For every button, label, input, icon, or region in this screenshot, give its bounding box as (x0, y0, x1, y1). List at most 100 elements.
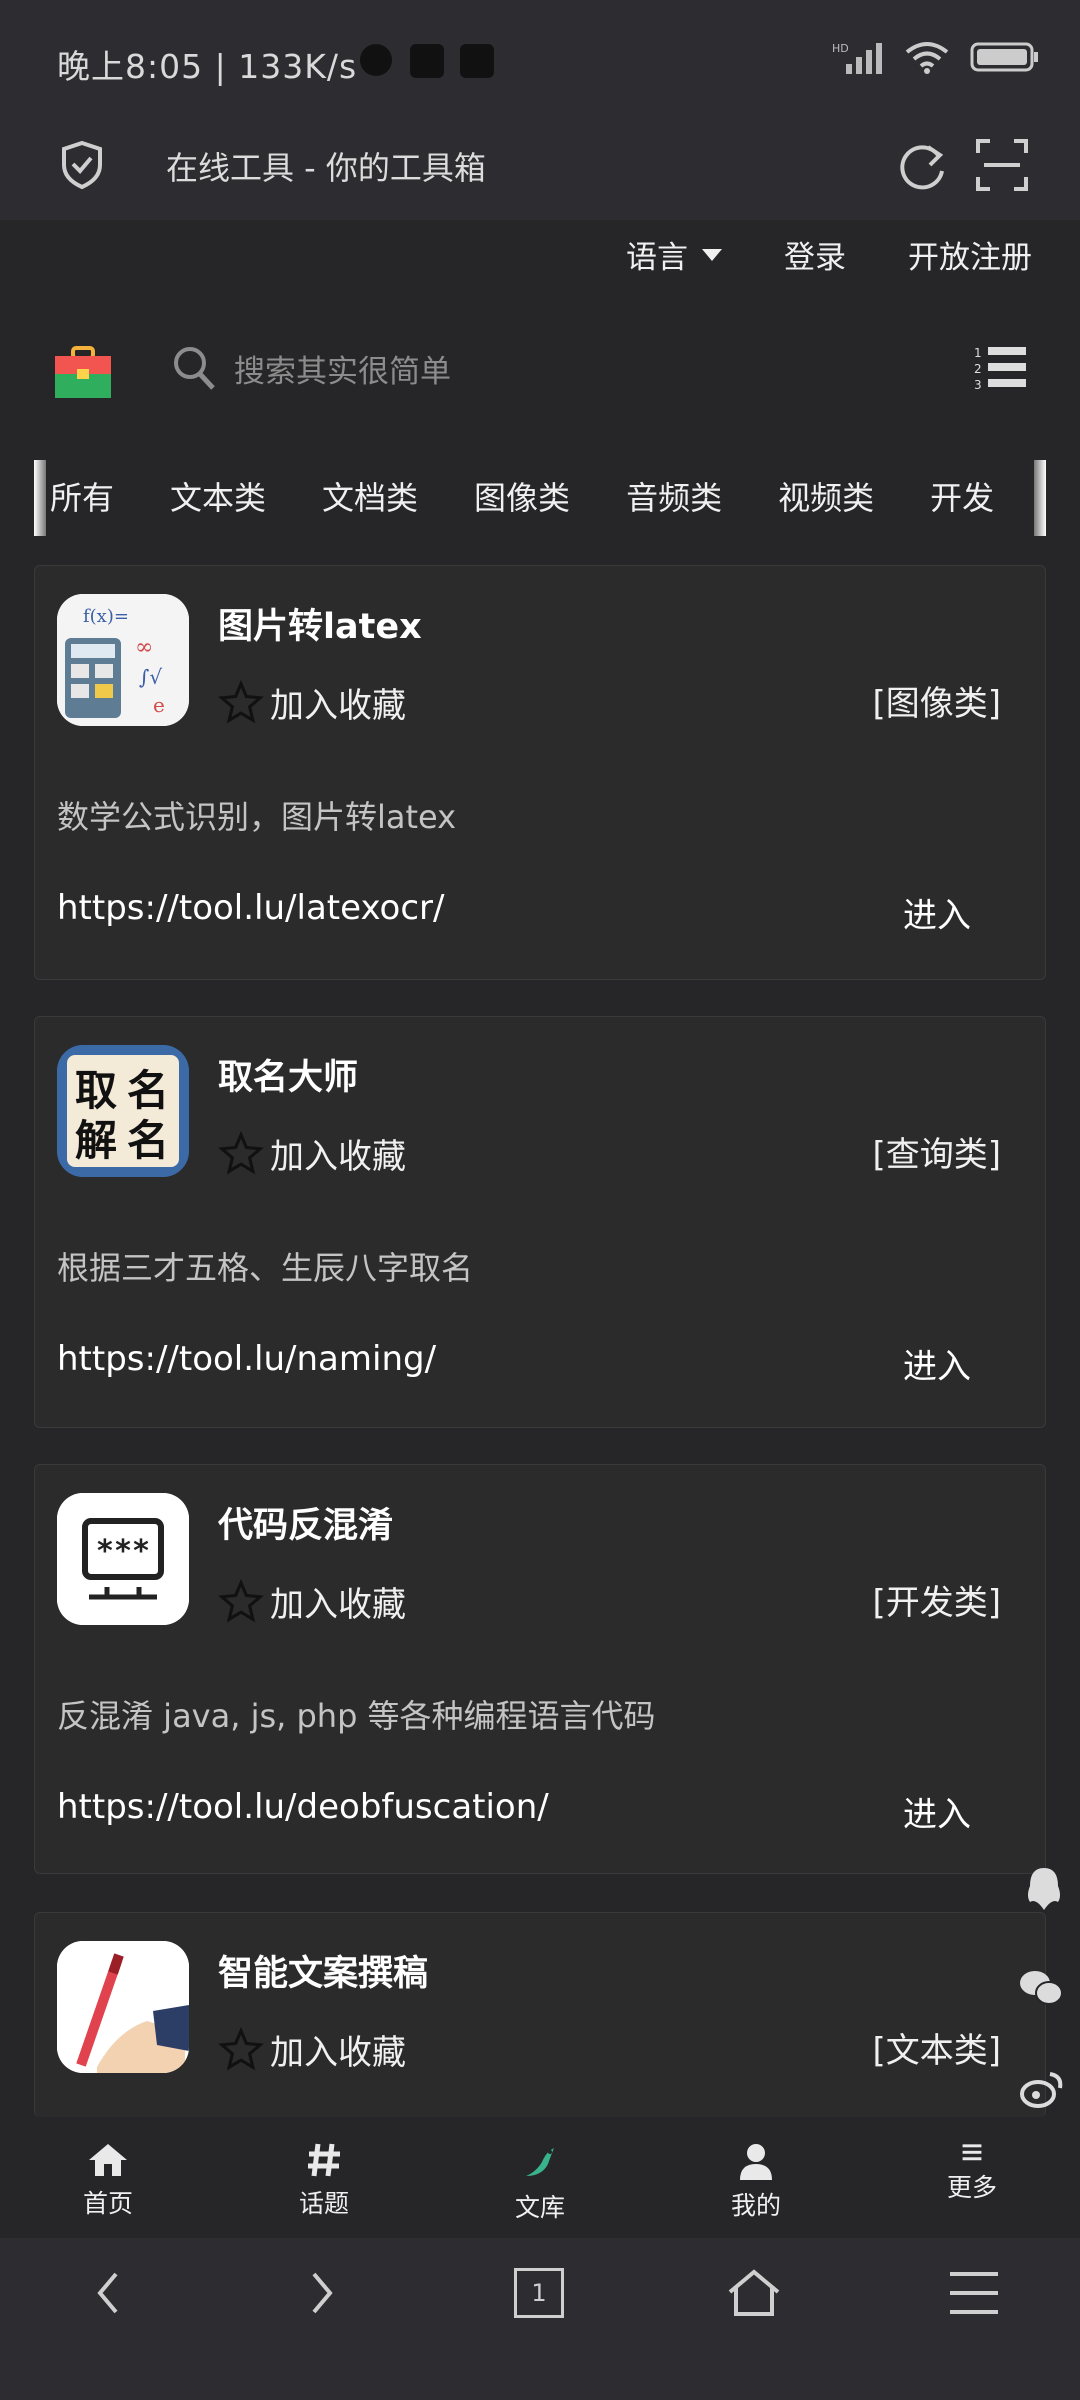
nav-home-label: 首页 (82, 2189, 133, 2218)
add-favorite-button[interactable]: 加入收藏 (218, 1129, 406, 1178)
menu-icon (962, 2144, 982, 2161)
search-input[interactable]: 搜索其实很简单 (234, 346, 451, 391)
add-favorite-button[interactable]: 加入收藏 (218, 678, 406, 727)
tool-title[interactable]: 智能文案撰稿 (218, 1945, 428, 1996)
tab-video[interactable]: 视频类 (778, 473, 874, 519)
category-label[interactable]: [开发类] (872, 1575, 1001, 1624)
language-label: 语言 (626, 240, 688, 276)
nav-topics-label: 话题 (298, 2189, 349, 2218)
favorite-label: 加入收藏 (270, 1137, 406, 1177)
tool-title[interactable]: 代码反混淆 (218, 1497, 393, 1548)
wechat-share-icon[interactable] (1018, 1968, 1064, 2008)
tool-url[interactable]: https://tool.lu/deobfuscation/ (57, 1787, 549, 1827)
tab-all[interactable]: 所有 (50, 473, 114, 519)
tool-title[interactable]: 取名大师 (218, 1049, 358, 1100)
nav-more-label: 更多 (946, 2173, 997, 2202)
home-icon (89, 2144, 127, 2176)
icon-char: 取 (75, 1066, 117, 1115)
category-label[interactable]: [图像类] (872, 676, 1001, 725)
weibo-share-icon[interactable] (1020, 2070, 1064, 2108)
svg-text:HD: HD (832, 42, 849, 55)
nav-library-label: 文库 (514, 2193, 565, 2222)
search-icon (174, 347, 215, 390)
login-link[interactable]: 登录 (784, 232, 846, 277)
tool-description: 数学公式识别，图片转latex (57, 798, 457, 836)
add-favorite-button[interactable]: 加入收藏 (218, 2025, 406, 2074)
notification-icon (410, 44, 444, 78)
page-title[interactable]: 在线工具 - 你的工具箱 (166, 143, 486, 189)
tab-image[interactable]: 图像类 (474, 473, 570, 519)
status-time: 晚上8:05 | 133K/s (57, 47, 358, 86)
naming-tool-icon: 取 名 解 名 (57, 1045, 189, 1177)
copywriting-tool-icon (57, 1941, 189, 2073)
svg-text:e: e (153, 693, 165, 717)
bird-icon (526, 2148, 554, 2176)
language-dropdown[interactable]: 语言 (626, 232, 722, 277)
menu-icon[interactable] (948, 2268, 1000, 2318)
top-links: 语言 登录 开放注册 (626, 232, 1032, 277)
tool-title[interactable]: 图片转latex (218, 598, 422, 649)
enter-button[interactable]: 进入 (903, 1787, 971, 1836)
svg-text:1: 1 (974, 346, 982, 360)
refresh-icon[interactable] (894, 135, 950, 195)
back-icon[interactable] (88, 2268, 128, 2318)
tab-dev[interactable]: 开发 (930, 473, 994, 519)
tool-url[interactable]: https://tool.lu/naming/ (57, 1339, 436, 1379)
nav-topics[interactable]: 话题 (216, 2128, 432, 2238)
deobfuscation-tool-icon: *** (57, 1493, 189, 1625)
wifi-icon (905, 42, 949, 74)
system-navigation-bar: 1 (0, 2238, 1080, 2400)
qq-share-icon[interactable] (1024, 1866, 1064, 1912)
favorite-label: 加入收藏 (270, 686, 406, 726)
latex-tool-icon: f(x)= ∞ ∫√ e (57, 594, 189, 726)
tab-audio[interactable]: 音频类 (626, 473, 722, 519)
tool-url[interactable]: https://tool.lu/latexocr/ (57, 888, 444, 928)
notification-icon (360, 44, 392, 76)
bottom-navigation: 首页 话题 文库 我的 更多 (0, 2128, 1080, 2238)
nav-profile-label: 我的 (730, 2191, 781, 2220)
svg-text:∫√: ∫√ (139, 665, 162, 689)
icon-char: 名 (127, 1116, 169, 1165)
svg-text:f(x)=: f(x)= (83, 606, 129, 627)
shield-check-icon[interactable] (60, 135, 104, 195)
tool-description: 反混淆 java, js, php 等各种编程语言代码 (57, 1697, 656, 1735)
battery-icon (970, 42, 1038, 72)
category-label[interactable]: [查询类] (872, 1127, 1001, 1176)
tool-card[interactable]: 智能文案撰稿 加入收藏 [文本类] (34, 1912, 1046, 2117)
svg-text:3: 3 (974, 378, 982, 391)
category-label[interactable]: [文本类] (872, 2023, 1001, 2072)
tabs-button[interactable]: 1 (514, 2268, 564, 2318)
enter-button[interactable]: 进入 (903, 1339, 971, 1388)
home-icon[interactable] (726, 2268, 782, 2318)
star-icon (218, 2026, 264, 2070)
svg-text:2: 2 (974, 362, 982, 376)
tab-text[interactable]: 文本类 (170, 473, 266, 519)
scan-icon[interactable] (974, 135, 1030, 195)
tool-card[interactable]: 取 名 解 名 取名大师 加入收藏 [查询类] 根据三才五格、生辰八字取名 ht… (34, 1016, 1046, 1428)
nav-more[interactable]: 更多 (864, 2128, 1080, 2204)
nav-library[interactable]: 文库 (432, 2128, 648, 2238)
tool-card[interactable]: f(x)= ∞ ∫√ e 图片转latex 加入收藏 [图像类] 数学公式识别，… (34, 565, 1046, 980)
enter-button[interactable]: 进入 (903, 888, 971, 937)
add-favorite-button[interactable]: 加入收藏 (218, 1577, 406, 1626)
tool-card[interactable]: *** 代码反混淆 加入收藏 [开发类] 反混淆 java, js, php 等… (34, 1464, 1046, 1874)
nav-profile[interactable]: 我的 (648, 2128, 864, 2238)
svg-text:∞: ∞ (135, 635, 153, 660)
tab-count: 1 (531, 2279, 547, 2307)
search-bar[interactable]: 搜索其实很简单 (172, 345, 451, 391)
caret-down-icon (702, 248, 722, 261)
forward-icon[interactable] (302, 2268, 342, 2318)
nav-home[interactable]: 首页 (0, 2128, 216, 2238)
star-icon (218, 679, 264, 723)
tool-description: 根据三才五格、生辰八字取名 (57, 1249, 474, 1287)
notification-icon (460, 44, 494, 78)
category-tabs: 所有 文本类 文档类 图像类 音频类 视频类 开发 (34, 458, 1046, 534)
user-icon (740, 2144, 772, 2180)
numbered-list-icon[interactable]: 1 2 3 (974, 345, 1026, 391)
star-icon (218, 1578, 264, 1622)
register-link[interactable]: 开放注册 (908, 232, 1032, 277)
toolbox-logo-icon[interactable] (54, 346, 112, 398)
favorite-label: 加入收藏 (270, 2033, 406, 2073)
tab-document[interactable]: 文档类 (322, 473, 418, 519)
star-icon (218, 1130, 264, 1174)
